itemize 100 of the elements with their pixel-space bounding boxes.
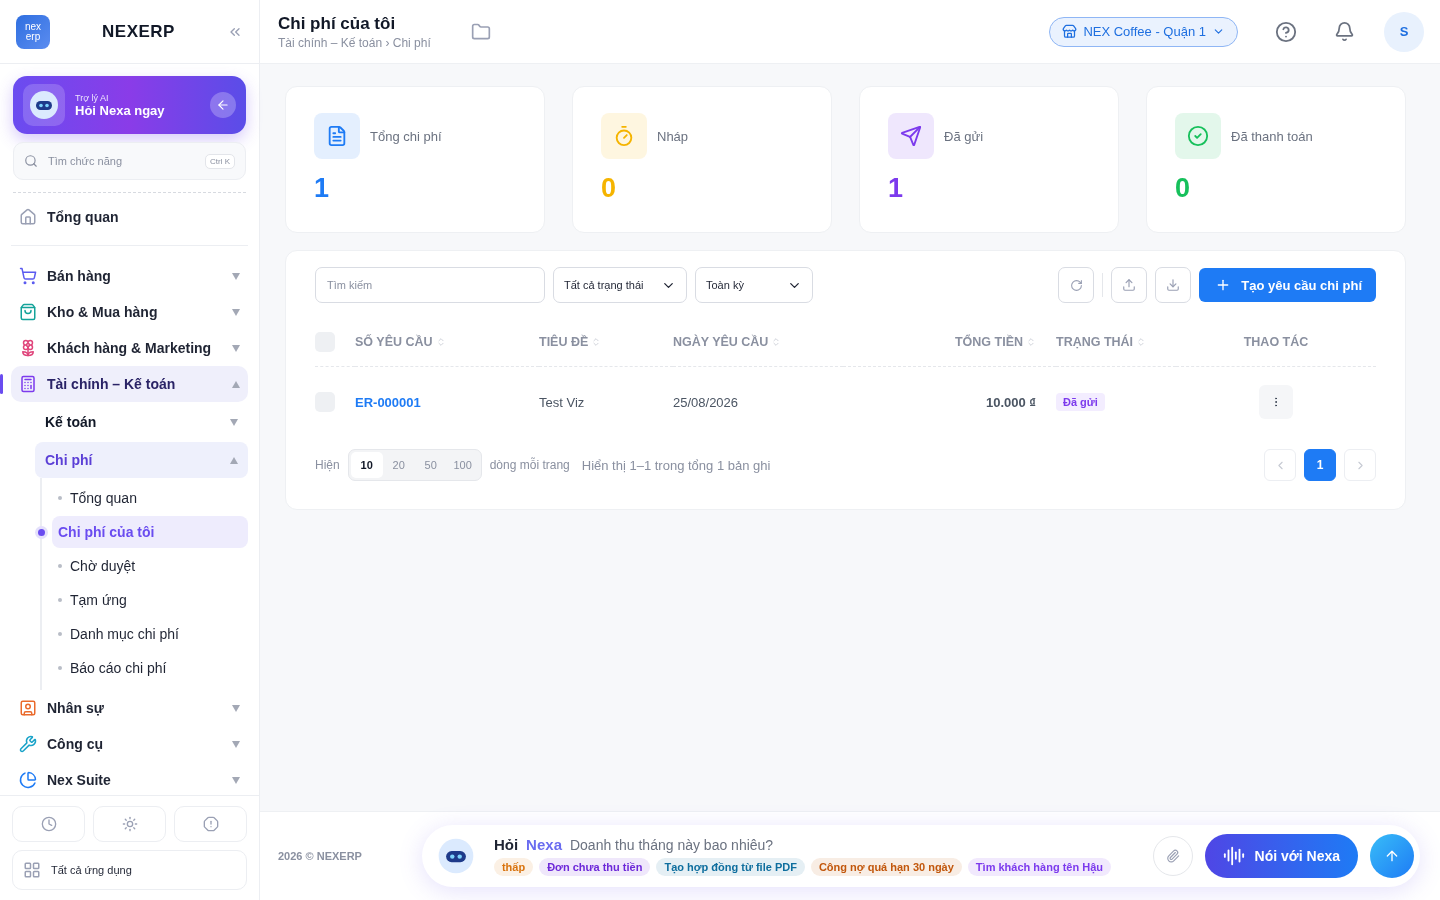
bullet-dot [58,632,62,636]
table-cell: Test Viz [539,394,585,410]
column-header[interactable]: NGÀY YÊU CẦU [673,317,843,367]
search-icon [24,154,38,168]
nav-item[interactable]: Tổng quan [11,199,248,235]
nav-subitem[interactable]: Chi phí [35,442,248,478]
clock-icon [40,816,57,832]
page-button[interactable]: 1 [1304,449,1336,481]
bullet-dot [58,496,62,500]
nav-item[interactable]: Nex Suite [11,762,248,795]
help-icon [1275,20,1297,43]
home-icon [19,208,37,226]
page-size-option[interactable]: 50 [414,452,447,478]
stat-value: 1 [314,173,331,204]
sort-icon [591,336,602,347]
status-badge: Đã gửi [1056,393,1105,411]
stat-label: Nháp [657,128,689,144]
more-button[interactable] [1259,385,1293,419]
search-field[interactable]: Tìm kiếm [315,267,545,303]
amount-cell: 10.000 ₫ [985,394,1036,410]
breadcrumb: Tài chính – Kế toán › Chi phí [278,35,431,50]
page-size-option[interactable]: 20 [382,452,415,478]
stat-value: 0 [601,173,618,204]
upload-button[interactable] [1111,267,1148,303]
cart-icon [19,267,37,285]
calculator-icon [19,375,37,393]
download-button[interactable] [1155,267,1192,303]
filter-dropdown[interactable]: Toàn kỳ [695,267,813,303]
audio-wave-icon [1222,845,1245,867]
wrench-icon [19,735,37,753]
column-header: THAO TÁC [1176,317,1376,367]
nav-leaf-item[interactable]: Tạm ứng [52,584,248,616]
store-icon [1062,24,1078,39]
user-icon [19,699,37,717]
refresh-button[interactable] [1058,267,1095,303]
grid-icon [23,861,41,879]
folder-icon[interactable] [470,21,491,42]
pie-chart-icon [19,771,37,789]
page-title: Chi phí của tôi [278,13,397,34]
records-summary: Hiển thị 1–1 trong tổng 1 bản ghi [581,457,771,473]
active-indicator [0,374,3,394]
bullet-dot [58,666,62,670]
page-size-label: Hiện [315,458,340,472]
stat-label: Tổng chi phí [370,128,442,144]
request-link[interactable]: ER-000001 [355,394,421,410]
nav-item[interactable]: Công cụ [11,726,248,762]
nav-leaf-item[interactable]: Chờ duyệt [52,550,248,582]
column-header[interactable]: TIÊU ĐỀ [539,317,673,367]
arrow-left-icon [216,98,230,112]
ai-assistant-card[interactable]: Trợ lý AI Hỏi Nexa ngay [13,76,246,134]
sort-icon [1136,336,1147,347]
logo: nex erp [16,14,50,49]
upload-icon [1122,278,1137,292]
theme-button[interactable] [93,806,166,842]
nav-item[interactable]: Nhân sự [11,690,248,726]
send-button[interactable] [1370,834,1414,878]
column-header[interactable]: TRẠNG THÁI [1056,317,1176,367]
page-size-option[interactable]: 10 [350,452,383,478]
sort-icon [771,336,782,347]
nav-item[interactable]: Khách hàng & Marketing [11,330,248,366]
paperclip-icon [1165,849,1180,863]
suggestion-chip[interactable]: Tạo hợp đồng từ file PDF [656,858,805,876]
per-page-label: dòng mỗi trang [489,458,570,472]
next-page-button[interactable] [1344,449,1376,481]
voice-button[interactable]: Nói với Nexa [1204,834,1358,878]
nav-leaf-item[interactable]: Báo cáo chi phí [52,652,248,684]
flower-icon [19,339,37,357]
download-icon [1166,278,1181,292]
nav-leaf-item[interactable]: Danh mục chi phí [52,618,248,650]
store-selector[interactable]: NEX Coffee - Quận 1 [1049,16,1238,47]
bullet-dot [38,528,45,536]
nav-leaf-item[interactable]: Tổng quan [52,482,248,514]
page-size-option[interactable]: 100 [446,452,479,478]
user-avatar[interactable]: S [1384,11,1424,52]
prompt-text: Doanh thu tháng này bao nhiêu? [569,837,774,853]
all-apps-button[interactable]: Tất cả ứng dụng [12,850,247,890]
nav-item[interactable]: Bán hàng [11,258,248,294]
stat-value: 1 [888,173,905,204]
sort-icon [435,336,446,347]
alert-button[interactable] [174,806,247,842]
brand-name: NEXERP [101,21,176,42]
suggestion-chip[interactable]: Đơn chưa thu tiền [539,858,651,876]
column-header[interactable]: TỔNG TIỀN [843,317,1056,367]
refresh-icon [1069,278,1083,292]
arrow-left-button[interactable] [210,92,236,118]
ask-label: Hỏi [493,836,519,853]
history-button[interactable] [12,806,85,842]
feature-search-input[interactable]: Tìm chức năng [46,154,197,168]
shortcut-hint: Ctrl K [205,153,235,169]
create-request-button[interactable]: Tạo yêu cầu chi phí [1199,268,1376,302]
attach-button[interactable] [1152,836,1193,876]
column-header[interactable]: SỐ YÊU CẦU [355,317,539,367]
nav-subitem[interactable]: Kế toán [35,404,248,440]
bell-icon [1333,21,1355,42]
previous-page-button[interactable] [1264,449,1296,481]
suggestion-chip[interactable]: Tìm khách hàng tên Hậu [967,858,1111,876]
bag-icon [19,303,37,321]
nav-item[interactable]: Kho & Mua hàng [11,294,248,330]
suggestion-chip[interactable]: Công nợ quá hạn 30 ngày [810,858,962,876]
filter-dropdown[interactable]: Tất cả trạng thái [553,267,687,303]
